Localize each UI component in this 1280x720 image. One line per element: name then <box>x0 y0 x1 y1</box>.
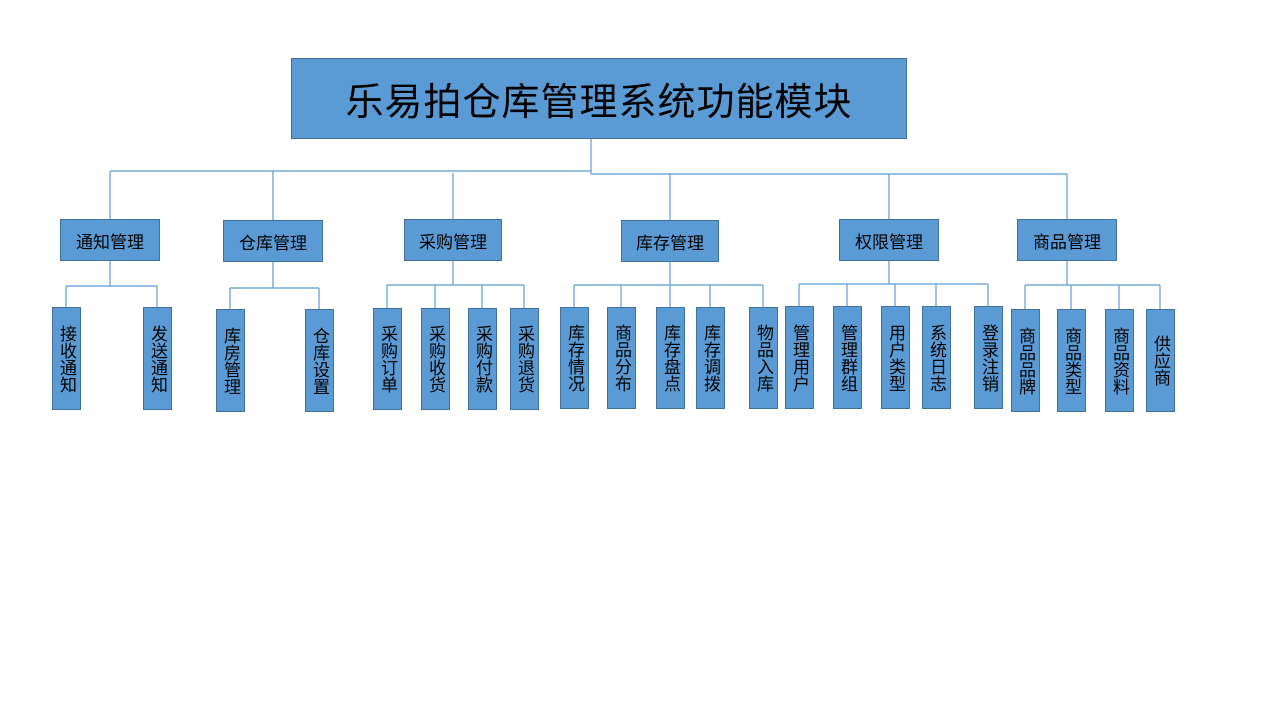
leaf-label: 系统日志 <box>926 323 946 392</box>
leaf-box: 供应商 <box>1145 309 1175 412</box>
leaf-box: 管理群组 <box>832 306 862 409</box>
category-label: 通知管理 <box>76 232 144 253</box>
leaf-label: 仓库设置 <box>309 326 329 395</box>
diagram-title-box: 乐易拍仓库管理系统功能模块 <box>291 58 907 139</box>
category-label: 库存管理 <box>636 233 704 254</box>
leaf-label: 登录注销 <box>978 323 998 392</box>
leaf-label: 商品品牌 <box>1015 326 1035 395</box>
leaf-label: 物品入库 <box>753 324 773 392</box>
leaf-box: 采购退货 <box>509 308 539 410</box>
category-label: 权限管理 <box>855 232 923 253</box>
leaf-box: 商品资料 <box>1104 309 1134 412</box>
leaf-box: 商品品牌 <box>1010 309 1040 412</box>
leaf-box: 商品类型 <box>1056 309 1086 412</box>
leaf-label: 采购付款 <box>472 325 492 393</box>
leaf-label: 采购退货 <box>514 325 534 393</box>
category-box: 商品管理 <box>1017 219 1117 261</box>
leaf-box: 接收通知 <box>51 307 81 410</box>
category-box: 采购管理 <box>404 219 502 261</box>
leaf-box: 库存情况 <box>559 307 589 409</box>
leaf-box: 登录注销 <box>973 306 1003 409</box>
leaf-label: 接收通知 <box>56 324 76 393</box>
leaf-box: 库存盘点 <box>655 307 685 409</box>
leaf-label: 商品资料 <box>1109 326 1129 395</box>
leaf-box: 管理用户 <box>784 306 814 409</box>
leaf-label: 发送通知 <box>147 324 167 393</box>
leaf-box: 仓库设置 <box>304 309 334 412</box>
leaf-label: 商品类型 <box>1061 326 1081 395</box>
leaf-label: 库房管理 <box>220 326 240 395</box>
leaf-label: 商品分布 <box>611 324 631 392</box>
leaf-box: 系统日志 <box>921 306 951 409</box>
category-label: 仓库管理 <box>239 233 307 254</box>
leaf-box: 发送通知 <box>142 307 172 410</box>
leaf-label: 库存调拨 <box>700 324 720 392</box>
category-label: 商品管理 <box>1033 232 1101 253</box>
leaf-label: 库存情况 <box>564 324 584 392</box>
leaf-box: 商品分布 <box>606 307 636 409</box>
category-box: 库存管理 <box>621 220 719 262</box>
leaf-label: 管理用户 <box>789 323 809 392</box>
leaf-label: 采购订单 <box>377 325 397 393</box>
leaf-label: 管理群组 <box>837 323 857 392</box>
leaf-label: 库存盘点 <box>660 324 680 392</box>
diagram-title: 乐易拍仓库管理系统功能模块 <box>345 80 853 124</box>
category-box: 仓库管理 <box>223 220 323 262</box>
leaf-box: 采购订单 <box>372 308 402 410</box>
leaf-label: 用户类型 <box>885 323 905 392</box>
leaf-box: 用户类型 <box>880 306 910 409</box>
category-box: 通知管理 <box>60 219 160 261</box>
leaf-box: 库房管理 <box>215 309 245 412</box>
leaf-box: 物品入库 <box>748 307 778 409</box>
leaf-box: 采购付款 <box>467 308 497 410</box>
leaf-label: 采购收货 <box>425 325 445 393</box>
category-box: 权限管理 <box>839 219 939 261</box>
category-label: 采购管理 <box>419 232 487 253</box>
leaf-label: 供应商 <box>1150 335 1170 386</box>
leaf-box: 采购收货 <box>420 308 450 410</box>
leaf-box: 库存调拨 <box>695 307 725 409</box>
